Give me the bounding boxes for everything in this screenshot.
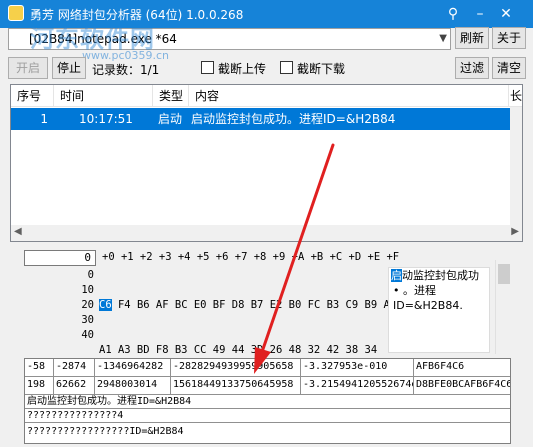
offset-input[interactable]: 0 <box>24 250 96 266</box>
app-icon <box>8 5 24 21</box>
hex-value: AFB6F4C6 <box>414 359 510 377</box>
int8-value: -58 <box>25 359 54 377</box>
text-utf16-line: ???????????????4 <box>25 409 510 423</box>
cut-upload-label: 截断上传 <box>218 62 267 76</box>
window-title: 勇芳 网络封包分析器 (64位) 1.0.0.268 <box>30 8 244 22</box>
int64-value: -2828294939959905658 <box>171 359 301 377</box>
record-count: 记录数：1/1 <box>92 63 160 77</box>
table-header: 序号 时间 类型 内容 长 <box>11 85 522 107</box>
interpretation-grid: -58 -2874 -1346964282 -28282949399599056… <box>24 358 511 444</box>
hex-row-bytes: F4 B6 AF BC E0 BF D8 B7 E2 B0 FC B3 C9 B… <box>111 299 397 311</box>
title-bar: 勇芳 网络封包分析器 (64位) 1.0.0.268 ⚲ – ✕ <box>0 0 533 28</box>
about-button[interactable]: 关于 <box>492 27 526 49</box>
hex-ascii-panel[interactable]: 启动监控封包成功 • 。进程ID=&H2B84. <box>388 267 490 353</box>
int16-value: -2874 <box>54 359 95 377</box>
row-content: 启动监控封包成功。进程ID=&H2B84 <box>191 112 396 126</box>
scroll-left-icon[interactable]: ◀ <box>14 226 22 237</box>
close-icon[interactable]: ✕ <box>496 4 516 24</box>
stop-button[interactable]: 停止 <box>52 57 86 79</box>
cut-upload-checkbox[interactable] <box>201 61 214 74</box>
uint32-value: 2948003014 <box>95 377 171 395</box>
table-row[interactable]: 1 10:17:51 启动 启动监控封包成功。进程ID=&H2B84 <box>11 108 511 130</box>
hex-column-header: +0 +1 +2 +3 +4 +5 +6 +7 +8 +9 +A +B +C +… <box>102 251 400 263</box>
hex-view[interactable]: 0 +0 +1 +2 +3 +4 +5 +6 +7 +8 +9 +A +B +C… <box>24 250 512 356</box>
hex-row: C6 F4 B6 AF BC E0 BF D8 B7 E2 B0 FC B3 C… <box>99 298 396 313</box>
column-header-length[interactable]: 长 <box>509 85 522 107</box>
selected-char: 启 <box>391 269 402 282</box>
pin-icon[interactable]: ⚲ <box>443 4 463 24</box>
packet-log-table[interactable]: 序号 时间 类型 内容 长 1 10:17:51 启动 启动监控封包成功。进程I… <box>10 84 523 242</box>
vertical-scrollbar[interactable] <box>510 107 522 225</box>
hex-offset: 30 <box>81 314 94 326</box>
hex-scrollbar[interactable] <box>495 260 512 354</box>
minimize-icon[interactable]: – <box>470 4 490 24</box>
hex-offset: 10 <box>81 284 94 296</box>
row-time: 10:17:51 <box>79 112 133 126</box>
scroll-right-icon[interactable]: ▶ <box>511 226 519 237</box>
uint64-value: 15618449133750645958 <box>171 377 301 395</box>
clear-button[interactable]: 清空 <box>492 57 526 79</box>
uint16-value: 62662 <box>54 377 95 395</box>
uint8-value: 198 <box>25 377 54 395</box>
hex-offsets: 0 10 20 30 40 <box>64 268 94 343</box>
process-select[interactable]: [02B84]notepad.exe *64 ▼ <box>8 28 451 50</box>
hex-offset: 0 <box>87 269 94 281</box>
ascii-row-text: 。进程ID=&H2B84. <box>393 284 463 312</box>
scroll-thumb[interactable] <box>498 264 510 284</box>
row-type: 启动 <box>158 112 183 126</box>
column-header-type[interactable]: 类型 <box>153 85 189 107</box>
row-index: 1 <box>40 112 48 126</box>
column-header-content[interactable]: 内容 <box>189 85 509 107</box>
float-value: -3.327953e-010 <box>301 359 414 377</box>
process-select-value: [02B84]notepad.exe *64 <box>29 32 177 46</box>
int32-value: -1346964282 <box>95 359 171 377</box>
double-value: -3.215494120552674e <box>301 377 414 395</box>
selected-byte[interactable]: C6 <box>99 299 112 311</box>
chevron-down-icon[interactable]: ▼ <box>439 33 447 44</box>
filter-button[interactable]: 过滤 <box>455 57 489 79</box>
ascii-row-text: 动监控封包成功 <box>402 269 479 282</box>
bullet-icon: • <box>393 284 403 297</box>
hex64-value: D8BFE0BCAFB6F4C6 <box>414 377 510 395</box>
cut-download-label: 截断下载 <box>297 62 346 76</box>
ascii-row: • 。进程ID=&H2B84. <box>391 283 489 313</box>
start-button[interactable]: 开启 <box>8 57 48 79</box>
column-header-time[interactable]: 时间 <box>54 85 153 107</box>
hex-row: A1 A3 BD F8 B3 CC 49 44 3D 26 48 32 42 3… <box>99 344 378 356</box>
column-header-index[interactable]: 序号 <box>11 85 54 107</box>
text-gbk-line: 启动监控封包成功。进程ID=&H2B84 <box>25 395 510 409</box>
refresh-button[interactable]: 刷新 <box>455 27 489 49</box>
cut-download-checkbox[interactable] <box>280 61 293 74</box>
horizontal-scrollbar[interactable]: ◀ ▶ <box>11 225 522 241</box>
hex-offset: 20 <box>81 299 94 311</box>
ascii-row: 启动监控封包成功 <box>391 268 489 283</box>
text-utf8-line: ?????????????????ID=&H2B84 <box>27 426 184 437</box>
hex-offset: 40 <box>81 329 94 341</box>
